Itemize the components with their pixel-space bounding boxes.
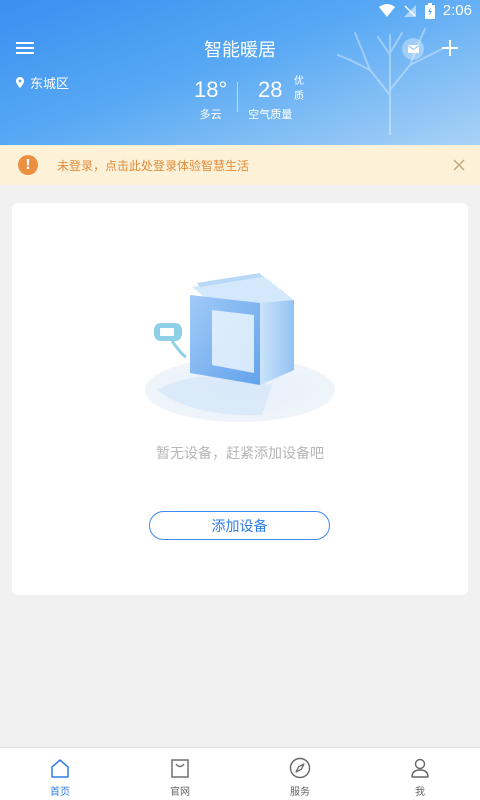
shopping-bag-icon (171, 759, 189, 778)
location-pin-icon (16, 77, 24, 88)
status-time: 2:06 (442, 2, 472, 19)
add-icon[interactable] (438, 36, 462, 60)
home-icon (51, 759, 69, 778)
nav-item-me[interactable]: 我 (360, 748, 480, 800)
aqi-label: 空气质量 (248, 108, 293, 121)
nav-item-home[interactable]: 首页 (0, 748, 120, 800)
nav-label: 服务 (290, 787, 310, 798)
weather-condition: 多云 (199, 108, 222, 121)
header: 2:06 智能暖居 东城区 18° 多云 28 空气质量 优质 (0, 0, 480, 145)
location[interactable]: 东城区 (16, 73, 69, 92)
battery-icon (424, 2, 435, 19)
aqi-value: 28 (258, 77, 283, 102)
bottom-nav: 首页 官网 服务 我 (0, 747, 480, 800)
nav-item-service[interactable]: 服务 (240, 748, 360, 800)
nav-label: 官网 (170, 787, 190, 798)
wifi-icon (378, 3, 395, 17)
login-prompt[interactable]: 未登录，点击此处登录体验智慧生活 (57, 157, 452, 174)
empty-box-illustration (145, 273, 335, 422)
device-card: 暂无设备，赶紧添加设备吧 添加设备 (12, 203, 468, 595)
location-name: 东城区 (30, 77, 70, 92)
status-bar: 2:06 (0, 0, 480, 24)
person-icon (411, 758, 429, 778)
weather-widget: 18° 多云 28 空气质量 优质 (194, 76, 304, 122)
add-device-button[interactable]: 添加设备 (149, 511, 330, 540)
nav-label: 我 (415, 787, 425, 798)
nav-label: 首页 (50, 787, 70, 798)
envelope-icon (407, 45, 419, 53)
message-button[interactable] (402, 38, 424, 60)
temperature: 18° (194, 77, 228, 102)
empty-state-text: 暂无设备，赶紧添加设备吧 (156, 446, 324, 462)
nav-item-official-site[interactable]: 官网 (120, 748, 240, 800)
login-banner[interactable]: ! 未登录，点击此处登录体验智慧生活 (0, 145, 480, 185)
close-icon[interactable] (452, 158, 466, 172)
warning-icon: ! (18, 155, 38, 175)
compass-icon (289, 757, 311, 779)
no-signal-icon (403, 4, 416, 17)
weather-divider (237, 82, 239, 112)
aqi-grade: 优质 (294, 76, 304, 102)
